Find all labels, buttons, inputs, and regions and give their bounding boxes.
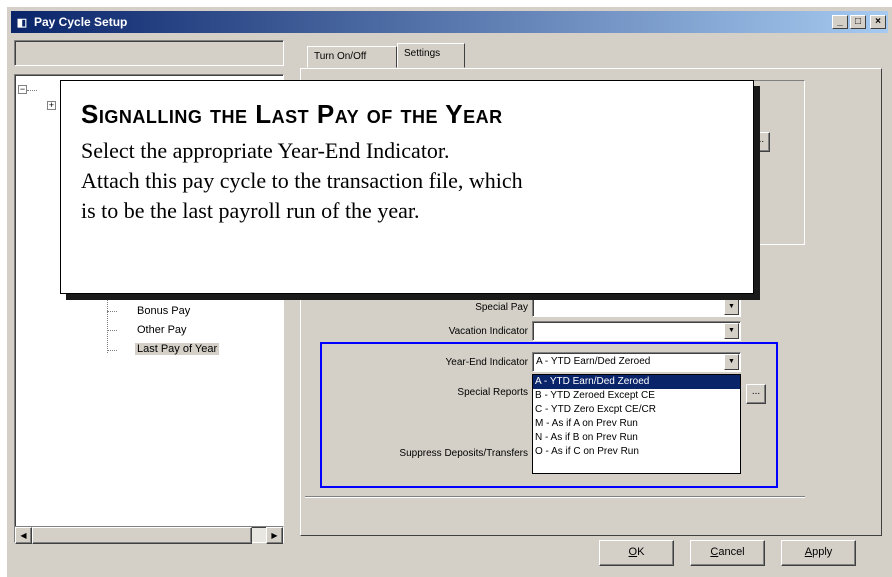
expand-icon[interactable]: + — [47, 101, 56, 110]
tab-settings[interactable]: Settings — [397, 43, 465, 68]
tree-connector — [27, 90, 37, 91]
instruction-callout: Signalling the Last Pay of the Year Sele… — [60, 80, 754, 294]
tree-item-other-pay[interactable]: Other Pay — [137, 324, 187, 336]
cancel-button[interactable]: Cancel — [690, 540, 765, 566]
callout-line: Select the appropriate Year-End Indicato… — [81, 138, 450, 163]
special-reports-button[interactable]: ... — [746, 384, 766, 404]
cancel-label-rest: ancel — [718, 546, 745, 558]
ok-accel: O — [628, 546, 638, 558]
year-end-indicator-dropdown[interactable]: A - YTD Earn/Ded Zeroed B - YTD Zeroed E… — [532, 374, 741, 474]
window-title: Pay Cycle Setup — [34, 15, 128, 29]
dropdown-option[interactable]: A - YTD Earn/Ded Zeroed — [533, 375, 740, 389]
apply-button[interactable]: Apply — [781, 540, 856, 566]
apply-accel: A — [804, 546, 813, 558]
tree-item-last-pay-of-year[interactable]: Last Pay of Year — [135, 343, 220, 355]
title-bar[interactable]: ◧ Pay Cycle Setup _ □ × — [11, 11, 888, 33]
chevron-down-icon[interactable]: ▼ — [724, 299, 739, 315]
left-pane-header — [14, 40, 284, 66]
dropdown-option[interactable]: C - YTD Zero Excpt CE/CR — [533, 403, 740, 417]
close-button[interactable]: × — [870, 15, 886, 29]
year-end-indicator-combo[interactable]: A - YTD Earn/Ded Zeroed ▼ — [532, 352, 741, 372]
apply-label-rest: pply — [812, 546, 833, 558]
maximize-button[interactable]: □ — [850, 15, 866, 29]
scroll-right-icon[interactable]: ▶ — [266, 527, 283, 544]
special-reports-label: Special Reports — [457, 387, 528, 398]
ok-label-rest: K — [637, 546, 645, 558]
tab-turn-on-off[interactable]: Turn On/Off — [307, 46, 397, 68]
app-icon: ◧ — [16, 16, 28, 29]
tree-horizontal-scrollbar[interactable]: ◀ ▶ — [14, 526, 284, 544]
vacation-indicator-label: Vacation Indicator — [448, 326, 528, 337]
ok-button[interactable]: OK — [599, 540, 674, 566]
year-end-indicator-value: A - YTD Earn/Ded Zeroed — [536, 356, 651, 367]
tree-branch-line — [107, 295, 108, 353]
special-pay-label: Special Pay — [475, 302, 528, 313]
tree-connector — [107, 311, 117, 312]
scroll-left-icon[interactable]: ◀ — [15, 527, 32, 544]
tree-connector — [107, 350, 117, 351]
vacation-indicator-combo[interactable]: ▼ — [532, 321, 741, 341]
group-divider — [305, 496, 805, 498]
dropdown-option[interactable]: B - YTD Zeroed Except CE — [533, 389, 740, 403]
special-pay-combo[interactable]: ▼ — [532, 297, 741, 317]
callout-line: is to be the last payroll run of the yea… — [81, 198, 420, 223]
tree-connector — [107, 330, 117, 331]
callout-line: Attach this pay cycle to the transaction… — [81, 168, 523, 193]
dropdown-option[interactable]: O - As if C on Prev Run — [533, 445, 740, 459]
callout-title: Signalling the Last Pay of the Year — [81, 99, 503, 129]
collapse-icon[interactable]: − — [18, 85, 27, 94]
minimize-button[interactable]: _ — [832, 15, 848, 29]
chevron-down-icon[interactable]: ▼ — [724, 323, 739, 339]
dropdown-option[interactable]: N - As if B on Prev Run — [533, 431, 740, 445]
year-end-indicator-label: Year-End Indicator — [445, 357, 528, 368]
suppress-deposits-label: Suppress Deposits/Transfers — [399, 448, 528, 459]
tree-item-bonus-pay[interactable]: Bonus Pay — [137, 305, 190, 317]
scroll-thumb[interactable] — [32, 527, 252, 544]
dropdown-option[interactable]: M - As if A on Prev Run — [533, 417, 740, 431]
caption-buttons: _ □ × — [830, 15, 886, 29]
chevron-down-icon[interactable]: ▼ — [724, 354, 739, 370]
